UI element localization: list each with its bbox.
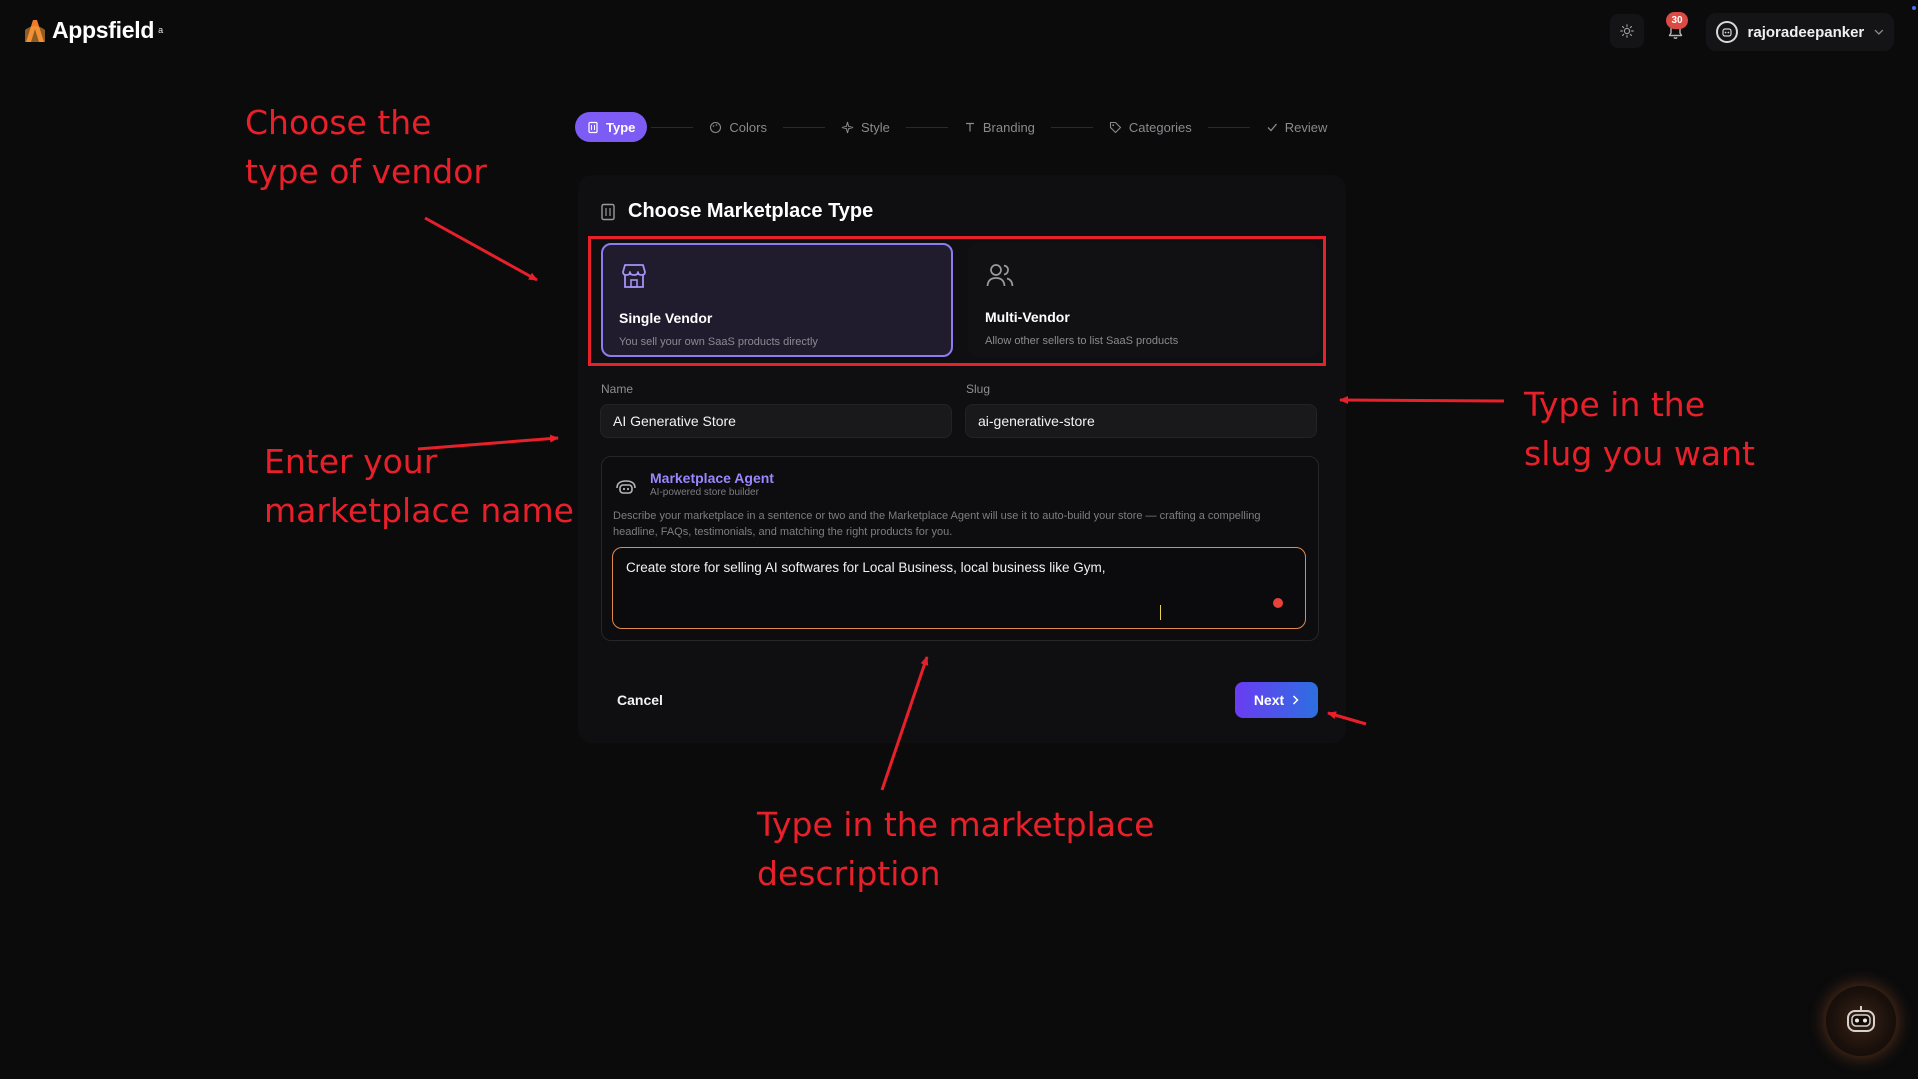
- page: Appsfield a 30 rajoradeepanker Type Colo…: [0, 0, 1918, 1079]
- chevron-down-icon: [1874, 29, 1884, 35]
- wizard-stepper: Type Colors Style Branding Categories Re…: [575, 112, 1339, 142]
- user-menu-button[interactable]: rajoradeepanker: [1706, 13, 1894, 51]
- sun-icon: [1620, 24, 1634, 38]
- next-button[interactable]: Next: [1235, 682, 1318, 718]
- annotation-highlight-box: [588, 236, 1326, 366]
- brand-mark: a: [158, 25, 164, 35]
- card-title-text: Choose Marketplace Type: [628, 200, 874, 222]
- step-connector: [651, 126, 694, 128]
- mouse-text-cursor: [1160, 605, 1161, 620]
- step-label: Categories: [1128, 119, 1192, 135]
- chat-assistant-button[interactable]: [1826, 986, 1896, 1056]
- robot-avatar-icon: [1722, 28, 1732, 37]
- status-dot: [1912, 6, 1916, 10]
- step-label: Type: [606, 119, 636, 135]
- notification-count-badge: 30: [1666, 12, 1688, 29]
- arrow-to-slug-field: [1339, 396, 1505, 405]
- name-label: Name: [601, 382, 634, 396]
- step-type[interactable]: Type: [575, 112, 648, 142]
- app-logo[interactable]: Appsfield a: [22, 16, 163, 44]
- brand-name: Appsfield: [52, 16, 155, 43]
- step-connector: [1050, 126, 1093, 128]
- step-label: Colors: [729, 119, 767, 135]
- step-style[interactable]: Style: [829, 112, 902, 142]
- step-connector: [905, 126, 948, 128]
- annotation-name: Enter your marketplace name: [264, 442, 574, 530]
- annotation-description: Type in the marketplace description: [757, 805, 1155, 893]
- next-button-label: Next: [1253, 692, 1285, 708]
- type-icon: [965, 122, 974, 132]
- voice-recording-indicator[interactable]: [1273, 598, 1283, 608]
- slug-label: Slug: [966, 382, 991, 396]
- sparkle-icon: [841, 121, 854, 133]
- tag-icon: [1109, 121, 1121, 133]
- step-label: Branding: [982, 119, 1035, 135]
- robot-assistant-icon: [1847, 1006, 1875, 1032]
- check-icon: [1267, 123, 1277, 132]
- theme-toggle-button[interactable]: [1610, 14, 1644, 48]
- step-branding[interactable]: Branding: [952, 112, 1047, 142]
- chevron-right-icon: [1293, 695, 1299, 705]
- palette-icon: [710, 121, 722, 133]
- cancel-button[interactable]: Cancel: [607, 683, 673, 717]
- slug-input[interactable]: ai-generative-store: [965, 404, 1317, 438]
- marketplace-description-textarea[interactable]: Create store for selling AI softwares fo…: [612, 547, 1306, 629]
- step-connector: [1207, 126, 1250, 128]
- step-colors[interactable]: Colors: [697, 112, 779, 142]
- agent-title: Marketplace Agent: [650, 470, 774, 486]
- username: rajoradeepanker: [1747, 23, 1865, 41]
- building-icon: [588, 121, 598, 133]
- robot-icon: [616, 480, 636, 494]
- appsfield-logo-icon: [25, 20, 45, 42]
- step-connector: [782, 126, 825, 128]
- step-categories[interactable]: Categories: [1097, 112, 1204, 142]
- step-label: Review: [1284, 119, 1328, 135]
- agent-description: Describe your marketplace in a sentence …: [613, 510, 1261, 538]
- avatar: [1716, 21, 1738, 43]
- agent-header: Marketplace Agent AI-powered store build…: [614, 470, 774, 498]
- top-bar: Appsfield a 30 rajoradeepanker: [0, 0, 1918, 64]
- page-title: Choose Marketplace Type: [598, 200, 873, 223]
- agent-subtitle: AI-powered store builder: [650, 487, 759, 498]
- step-review[interactable]: Review: [1254, 112, 1340, 142]
- annotation-slug: Type in the slug you want: [1524, 385, 1755, 473]
- annotation-type: Choose the type of vendor: [245, 103, 487, 191]
- name-input[interactable]: AI Generative Store: [600, 404, 952, 438]
- arrow-to-type-options: [424, 216, 538, 282]
- step-label: Style: [860, 119, 890, 135]
- building-icon: [601, 203, 615, 220]
